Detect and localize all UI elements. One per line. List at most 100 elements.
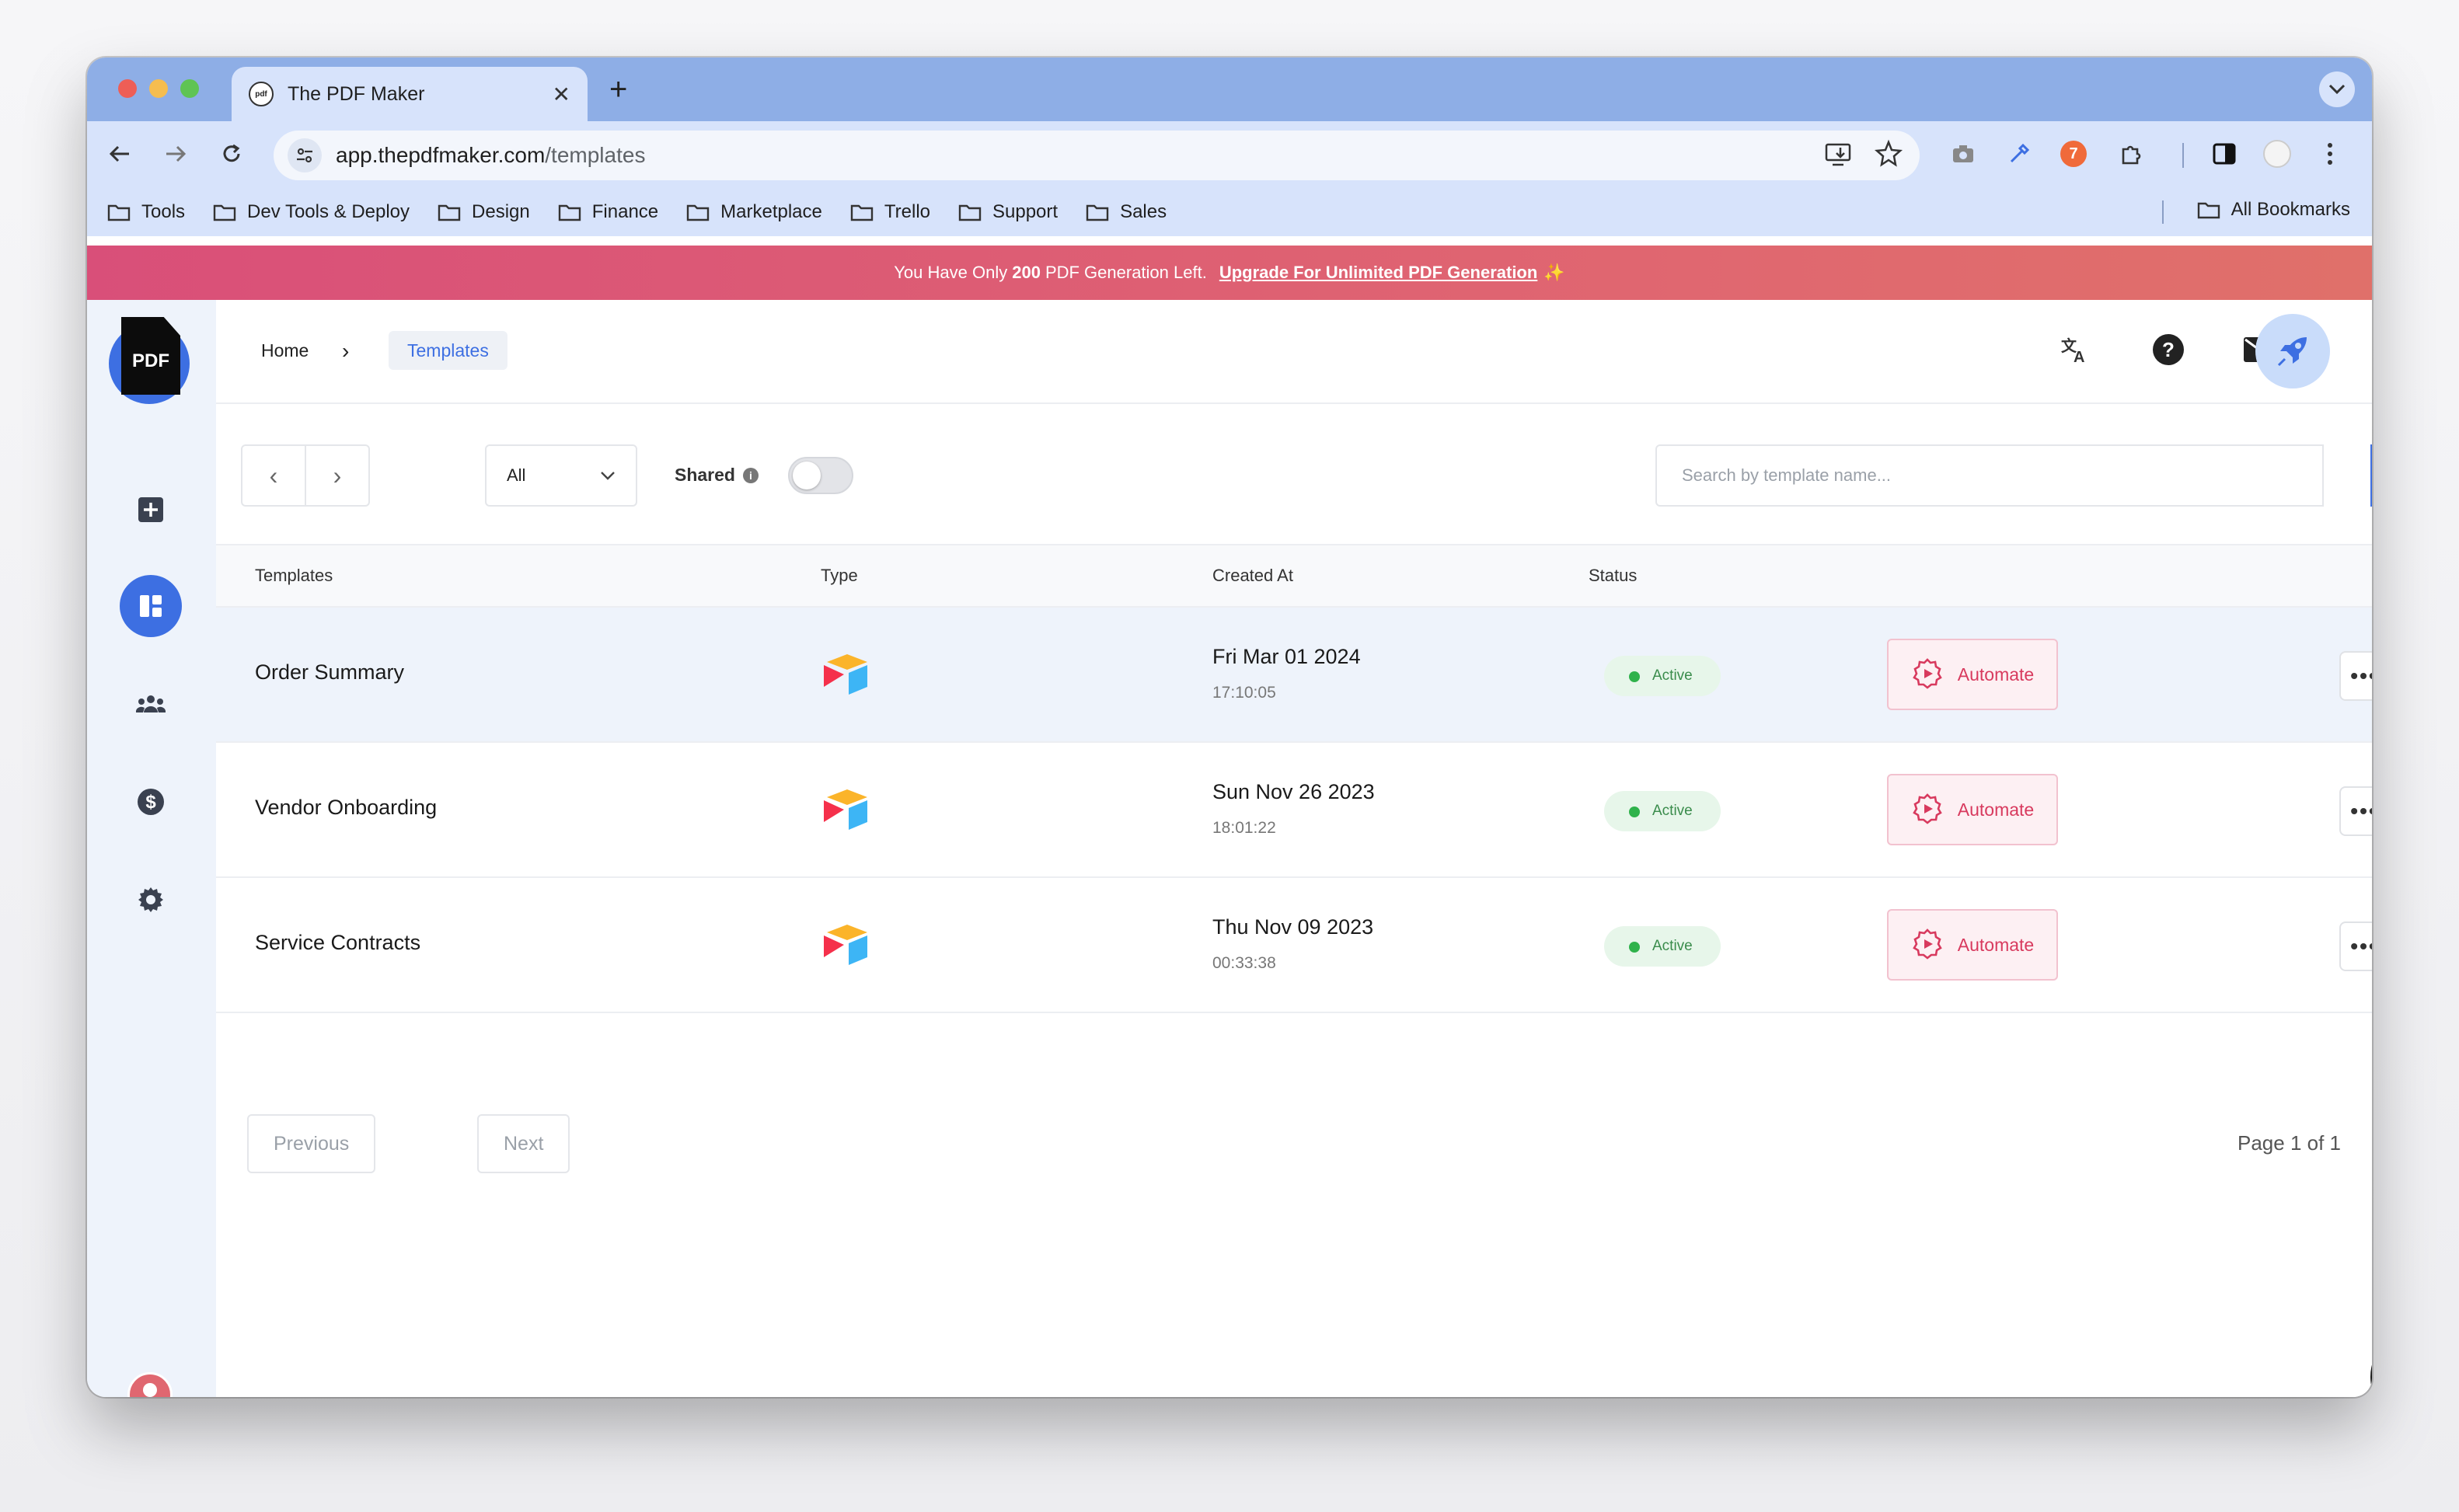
- folder-icon: [213, 203, 236, 221]
- automate-button[interactable]: Automate: [1887, 639, 2058, 710]
- next-arrow-button[interactable]: ›: [306, 446, 368, 505]
- template-name[interactable]: Service Contracts: [255, 931, 420, 955]
- svg-text:?: ?: [2162, 338, 2175, 361]
- created-date: Fri Mar 01 2024: [1212, 645, 1361, 669]
- site-settings-icon[interactable]: [288, 138, 322, 172]
- browser-menu-icon[interactable]: [2314, 138, 2346, 169]
- tab-title: The PDF Maker: [288, 83, 553, 106]
- scroll-arrows: ‹ ›: [241, 444, 370, 507]
- tab-close-icon[interactable]: ✕: [553, 82, 570, 107]
- automate-gear-icon: [1911, 793, 1944, 826]
- help-icon[interactable]: ?: [2145, 326, 2192, 373]
- bookmark-sales[interactable]: Sales: [1086, 201, 1167, 223]
- next-button[interactable]: Next: [477, 1114, 570, 1173]
- bookmark-dev-tools[interactable]: Dev Tools & Deploy: [213, 201, 410, 223]
- folder-icon: [958, 203, 982, 221]
- bookmark-finance[interactable]: Finance: [558, 201, 658, 223]
- sidebar: PDF $: [87, 300, 216, 1397]
- folder-icon: [850, 203, 874, 221]
- side-panel-icon[interactable]: [2209, 138, 2240, 169]
- template-name[interactable]: Order Summary: [255, 660, 404, 685]
- rocket-icon[interactable]: [2255, 314, 2330, 388]
- address-bar[interactable]: app.thepdfmaker.com/templates: [274, 131, 1920, 180]
- more-options-button[interactable]: •••: [2339, 921, 2372, 971]
- browser-window: pdf The PDF Maker ✕ + app.thepdfmaker.co…: [87, 57, 2372, 1397]
- svg-text:A: A: [2074, 349, 2084, 365]
- folder-icon: [558, 203, 581, 221]
- browser-tab[interactable]: pdf The PDF Maker ✕: [232, 67, 588, 121]
- reload-icon[interactable]: [216, 138, 247, 169]
- table-row[interactable]: Service Contracts Thu Nov 09 2023 00:33:…: [216, 878, 2372, 1013]
- more-options-button[interactable]: •••: [2339, 786, 2372, 836]
- table-header: Templates Type Created At Status: [216, 544, 2372, 608]
- folder-icon: [438, 203, 461, 221]
- tab-search-button[interactable]: [2319, 71, 2355, 107]
- user-avatar-icon[interactable]: [127, 1372, 173, 1397]
- translate-icon[interactable]: 文A: [2052, 326, 2098, 373]
- browser-toolbar: app.thepdfmaker.com/templates 7: [87, 121, 2372, 188]
- breadcrumb-home[interactable]: Home: [261, 340, 309, 361]
- automate-button[interactable]: Automate: [1887, 774, 2058, 845]
- created-date: Sun Nov 26 2023: [1212, 780, 1375, 804]
- bookmark-tools[interactable]: Tools: [107, 201, 185, 223]
- minimize-window-button[interactable]: [149, 79, 168, 98]
- breadcrumb-separator-icon: ›: [342, 339, 349, 364]
- forward-icon[interactable]: [160, 138, 191, 169]
- automate-button[interactable]: Automate: [1887, 909, 2058, 981]
- bookmark-star-icon[interactable]: [1873, 138, 1904, 169]
- info-icon[interactable]: i: [743, 468, 759, 483]
- camera-extension-icon[interactable]: [1948, 138, 1979, 169]
- page-header: Home › Templates 文A ?: [216, 300, 2372, 404]
- airtable-icon: [821, 788, 870, 835]
- status-badge: Active: [1604, 926, 1721, 967]
- chevron-down-icon: [600, 471, 616, 480]
- settings-icon[interactable]: [120, 869, 182, 931]
- eyedropper-extension-icon[interactable]: [2004, 138, 2035, 169]
- install-app-icon[interactable]: [1823, 138, 1854, 169]
- bookmark-trello[interactable]: Trello: [850, 201, 930, 223]
- team-icon[interactable]: [120, 673, 182, 735]
- sparkle-icon: ✨: [1543, 263, 1564, 283]
- filter-bar: ‹ › All Shared i: [216, 404, 2372, 544]
- more-options-button[interactable]: •••: [2339, 651, 2372, 701]
- dashboard-icon[interactable]: [120, 575, 182, 637]
- address-bar-actions: [1823, 138, 1904, 169]
- favicon-icon: pdf: [249, 82, 274, 106]
- extensions-puzzle-icon[interactable]: [2115, 138, 2147, 169]
- prev-arrow-button[interactable]: ‹: [242, 446, 306, 505]
- promo-suffix: PDF Generation Left.: [1045, 263, 1207, 283]
- table-row[interactable]: Order Summary Fri Mar 01 2024 17:10:05 A…: [216, 608, 2372, 743]
- zoom-window-button[interactable]: [180, 79, 199, 98]
- toolbar-separator: [2182, 143, 2184, 168]
- extension-red-icon[interactable]: 7: [2058, 138, 2089, 169]
- upgrade-link[interactable]: Upgrade For Unlimited PDF Generation: [1219, 263, 1537, 283]
- spacer: [120, 367, 182, 429]
- all-bookmarks[interactable]: All Bookmarks: [2197, 199, 2350, 221]
- breadcrumb-current[interactable]: Templates: [389, 331, 507, 370]
- header-type: Type: [821, 566, 858, 586]
- promo-banner: You Have Only 200 PDF Generation Left. U…: [87, 246, 2372, 300]
- search-input[interactable]: [1655, 444, 2324, 507]
- back-icon[interactable]: [104, 138, 135, 169]
- shared-label-text: Shared: [675, 465, 735, 486]
- pagination: Previous Next Page 1 of 1: [216, 1096, 2372, 1189]
- search-button[interactable]: [2370, 444, 2372, 507]
- table-row[interactable]: Vendor Onboarding Sun Nov 26 2023 18:01:…: [216, 743, 2372, 878]
- shared-toggle[interactable]: [788, 457, 853, 494]
- bookmark-support[interactable]: Support: [958, 201, 1058, 223]
- template-name[interactable]: Vendor Onboarding: [255, 796, 437, 820]
- chat-widget-button[interactable]: [2370, 1330, 2372, 1397]
- bookmark-design[interactable]: Design: [438, 201, 530, 223]
- airtable-icon: [821, 653, 870, 700]
- promo-count: 200: [1012, 263, 1041, 283]
- filter-select[interactable]: All: [485, 444, 637, 507]
- tab-strip: pdf The PDF Maker ✕ +: [87, 57, 2372, 121]
- dollar-icon[interactable]: $: [120, 771, 182, 833]
- profile-icon[interactable]: [2262, 138, 2293, 169]
- new-tab-button[interactable]: +: [609, 71, 627, 107]
- close-window-button[interactable]: [118, 79, 137, 98]
- automate-gear-icon: [1911, 658, 1944, 691]
- add-icon[interactable]: [120, 479, 182, 541]
- bookmark-marketplace[interactable]: Marketplace: [686, 201, 822, 223]
- previous-button[interactable]: Previous: [247, 1114, 375, 1173]
